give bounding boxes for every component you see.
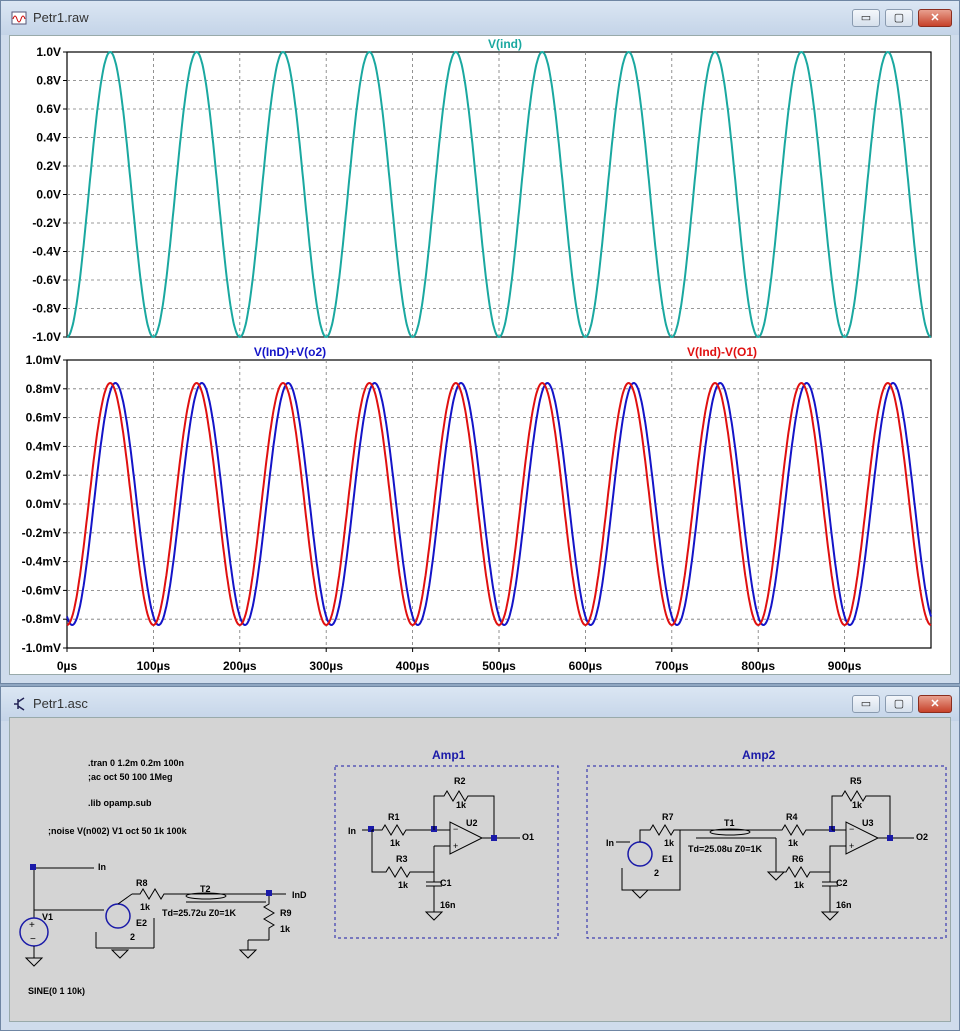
y-tick-label: -0.4V [32, 245, 61, 259]
y-tick-label: -0.2mV [22, 526, 61, 540]
amp2-circuit[interactable]: − + [616, 790, 914, 921]
x-tick-label: 800µs [741, 659, 775, 673]
minimize-button[interactable]: ▭ [852, 695, 880, 713]
y-tick-label: 0.8mV [26, 382, 61, 396]
restore-button[interactable]: ▢ [885, 9, 913, 27]
waveform-plots[interactable]: 1.0V 0.8V 0.6V 0.4V 0.2V 0.0V -0.2V -0.4V -0.6V -… [10, 36, 952, 676]
schematic-window: Petr1.asc ▭ ▢ ✕ .tran 0 1.2m 0.2m 100n ;… [0, 686, 960, 1031]
y-tick-label: -1.0mV [22, 641, 61, 655]
t2-tline[interactable] [185, 892, 266, 903]
svg-text:+: + [29, 920, 35, 931]
y-tick-label: -1.0V [32, 330, 61, 344]
x-tick-label: 0µs [57, 659, 78, 673]
schematic-window-title: Petr1.asc [33, 696, 88, 711]
r8-resistor[interactable] [132, 888, 186, 900]
schematic-drawing[interactable]: + − − + − + [10, 718, 952, 1023]
y-tick-label: 0.2mV [26, 468, 61, 482]
v1-source[interactable]: + − [19, 864, 94, 967]
x-tick-label: 700µs [655, 659, 689, 673]
schematic-canvas[interactable]: .tran 0 1.2m 0.2m 100n ;ac oct 50 100 1M… [9, 717, 951, 1022]
plot-window: Petr1.raw ▭ ▢ ✕ 1.0V 0.8V 0.6V 0.4V 0.2V 0.0V… [0, 0, 960, 684]
svg-text:−: − [849, 824, 854, 834]
x-tick-label: 900µs [828, 659, 862, 673]
y-tick-label: 0.0V [36, 188, 61, 202]
svg-text:+: + [849, 841, 854, 851]
e2-source[interactable] [34, 893, 155, 959]
legend-label[interactable]: V(ind) [488, 37, 522, 51]
x-tick-label: 400µs [396, 659, 430, 673]
waveform-icon [11, 11, 27, 25]
minimize-button[interactable]: ▭ [852, 9, 880, 27]
plot-window-title: Petr1.raw [33, 10, 89, 25]
close-button[interactable]: ✕ [918, 695, 952, 713]
legend-label[interactable]: V(InD)+V(o2) [254, 345, 326, 359]
legend-label[interactable]: V(Ind)-V(O1) [687, 345, 757, 359]
y-tick-label: -0.8V [32, 302, 61, 316]
restore-button[interactable]: ▢ [885, 695, 913, 713]
y-tick-label: -0.4mV [22, 555, 61, 569]
close-button[interactable]: ✕ [918, 9, 952, 27]
x-tick-label: 100µs [137, 659, 171, 673]
plot-titlebar[interactable]: Petr1.raw ▭ ▢ ✕ [1, 1, 959, 35]
y-tick-label: 0.4V [36, 131, 61, 145]
y-tick-label: 0.2V [36, 159, 61, 173]
y-tick-label: -0.2V [32, 216, 61, 230]
y-tick-label: 0.8V [36, 74, 61, 88]
y-tick-label: 1.0mV [26, 353, 61, 367]
y-tick-label: -0.8mV [22, 612, 61, 626]
plot-area[interactable]: 1.0V 0.8V 0.6V 0.4V 0.2V 0.0V -0.2V -0.4V -0.6V -… [9, 35, 951, 675]
transistor-icon [14, 697, 25, 711]
amp1-circuit[interactable]: − + [362, 790, 520, 921]
x-tick-label: 200µs [223, 659, 257, 673]
x-tick-label: 300µs [309, 659, 343, 673]
svg-text:−: − [30, 934, 36, 945]
schematic-titlebar[interactable]: Petr1.asc ▭ ▢ ✕ [1, 687, 959, 721]
svg-text:+: + [453, 841, 458, 851]
y-tick-label: -0.6mV [22, 583, 61, 597]
amp2-block[interactable] [586, 765, 947, 939]
x-tick-label: 500µs [482, 659, 516, 673]
r9-resistor[interactable] [263, 896, 275, 940]
y-tick-label: -0.6V [32, 273, 61, 287]
x-tick-label: 600µs [569, 659, 603, 673]
y-tick-label: 0.6V [36, 102, 61, 116]
y-tick-label: 0.6mV [26, 411, 61, 425]
y-tick-label: 0.0mV [26, 497, 61, 511]
svg-text:−: − [453, 824, 458, 834]
y-tick-label: 1.0V [36, 45, 61, 59]
y-tick-label: 0.4mV [26, 439, 61, 453]
